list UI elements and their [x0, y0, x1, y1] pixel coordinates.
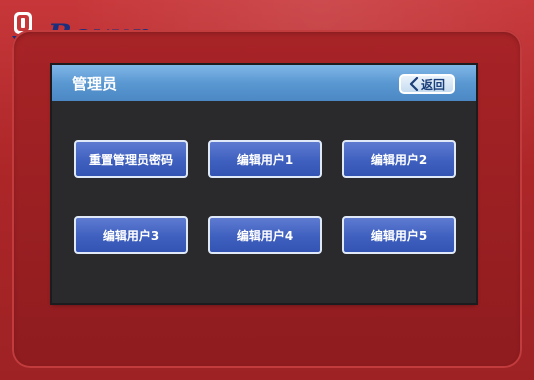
- edit-user-4-button[interactable]: 编辑用户4: [208, 216, 322, 254]
- reset-admin-password-button[interactable]: 重置管理员密码: [74, 140, 188, 178]
- page-title: 管理员: [72, 75, 118, 93]
- back-button[interactable]: 返回: [399, 74, 455, 94]
- chevron-left-icon: [409, 77, 419, 91]
- edit-user-5-button[interactable]: 编辑用户5: [342, 216, 456, 254]
- edit-user-1-button[interactable]: 编辑用户1: [208, 140, 322, 178]
- title-bar: 管理员 返回: [52, 65, 476, 101]
- edit-user-3-button[interactable]: 编辑用户3: [74, 216, 188, 254]
- back-button-label: 返回: [420, 77, 445, 92]
- edit-user-2-button[interactable]: 编辑用户2: [342, 140, 456, 178]
- touch-screen: 管理员 返回 重置管理员密码 编辑用户1 编辑用户2 编辑用户3 编辑用户4 编…: [52, 65, 476, 303]
